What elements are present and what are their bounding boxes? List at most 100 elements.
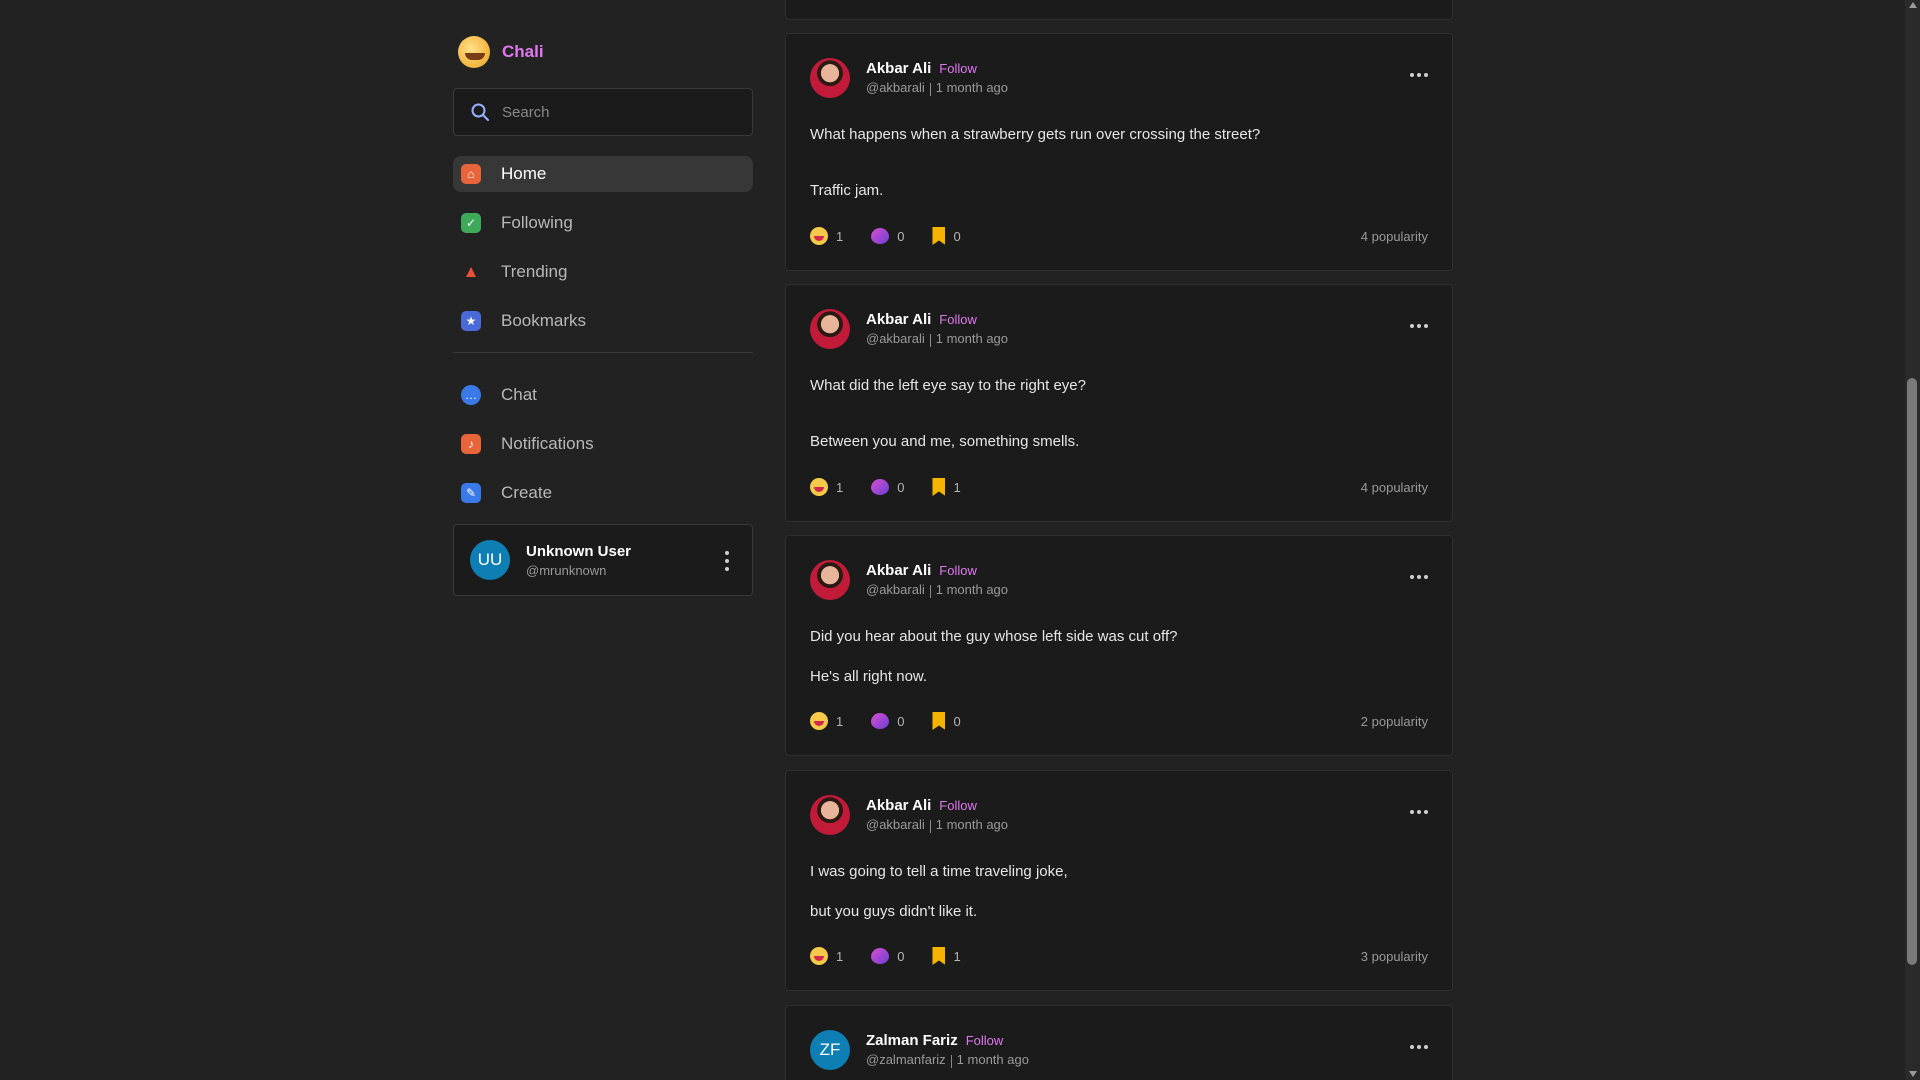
nav-item-create[interactable]: ✎ Create [453, 475, 753, 511]
laugh-icon [810, 478, 828, 496]
bookmark-button[interactable]: 1 [932, 947, 961, 965]
popularity-count: 4 popularity [1360, 480, 1428, 495]
scrollbar-thumb[interactable] [1907, 378, 1917, 965]
bookmark-icon [932, 478, 946, 496]
post-card: Akbar Ali Follow @akbarali 1 month ago Di… [785, 535, 1453, 756]
laugh-count: 1 [836, 948, 844, 964]
scroll-up-arrow-icon[interactable] [1909, 2, 1917, 8]
author-handle: @akbarali [866, 80, 925, 96]
comment-button[interactable]: 0 [871, 713, 904, 729]
post-meta: Zalman Fariz Follow @zalmanfariz 1 month … [866, 1032, 1029, 1068]
follow-button[interactable]: Follow [939, 563, 977, 578]
avatar[interactable] [810, 795, 850, 835]
nav-item-home[interactable]: ⌂ Home [453, 156, 753, 192]
laugh-count: 1 [836, 713, 844, 729]
post-text-line: but you guys didn't like it. [810, 903, 978, 920]
post-actions: 1 0 0 [810, 712, 989, 730]
bell-icon: ♪ [461, 434, 481, 454]
laugh-icon [810, 947, 828, 965]
comment-icon [871, 479, 890, 495]
nav-divider [453, 352, 753, 353]
search-input[interactable] [502, 103, 732, 121]
author-name[interactable]: Akbar Ali [866, 562, 931, 579]
current-user-card[interactable]: UU Unknown User @mrunknown [453, 524, 753, 596]
more-options-icon[interactable] [1410, 72, 1428, 78]
post-meta: Akbar Ali Follow @akbarali 1 month ago [866, 60, 1009, 96]
chat-icon: … [461, 385, 481, 405]
laugh-reaction-button[interactable]: 1 [810, 227, 843, 245]
post-time: 1 month ago [956, 1052, 1029, 1068]
post-text-line: What did the left eye say to the right e… [810, 377, 1086, 394]
post-actions: 1 0 1 [810, 947, 989, 965]
home-icon: ⌂ [461, 164, 481, 184]
post-text-line: I was going to tell a time traveling jok… [810, 863, 1068, 880]
bookmark-button[interactable]: 0 [932, 227, 961, 245]
nav-item-bookmarks[interactable]: ★ Bookmarks [453, 303, 753, 339]
post-actions: 1 0 1 [810, 478, 989, 496]
post-time: 1 month ago [935, 80, 1009, 96]
fire-icon: ▲ [462, 262, 480, 281]
comment-button[interactable]: 0 [871, 228, 904, 244]
avatar[interactable] [810, 309, 850, 349]
author-name[interactable]: Akbar Ali [866, 797, 931, 814]
post-text-line: He's all right now. [810, 668, 928, 685]
post-card: Akbar Ali Follow @akbarali 1 month ago I … [785, 770, 1453, 991]
brand-name: Chali [502, 42, 544, 61]
comment-count: 0 [897, 713, 905, 729]
author-handle: @akbarali [866, 331, 925, 347]
author-handle: @zalmanfariz [866, 1052, 946, 1068]
more-options-icon[interactable] [1410, 574, 1428, 580]
laugh-count: 1 [836, 479, 844, 495]
more-options-icon[interactable] [1410, 1044, 1428, 1050]
bookmark-button[interactable]: 1 [932, 478, 961, 496]
user-handle: @mrunknown [526, 562, 607, 578]
laugh-icon [810, 227, 828, 245]
post-card: ZF Zalman Fariz Follow @zalmanfariz 1 mon… [785, 1005, 1453, 1080]
laugh-reaction-button[interactable]: 1 [810, 478, 843, 496]
laugh-reaction-button[interactable]: 1 [810, 947, 843, 965]
nav-secondary: … Chat ♪ Notifications ✎ Create [453, 377, 753, 511]
post-text-line: Between you and me, something smells. [810, 433, 1080, 450]
post-text-line: Traffic jam. [810, 182, 884, 199]
avatar[interactable]: ZF [810, 1030, 850, 1070]
bookmark-icon [932, 947, 946, 965]
laugh-reaction-button[interactable]: 1 [810, 712, 843, 730]
bookmark-button[interactable]: 0 [932, 712, 961, 730]
brand[interactable]: Chali [453, 30, 753, 74]
post-actions: 1 0 0 [810, 227, 989, 245]
comment-count: 0 [897, 228, 905, 244]
post-header: Akbar Ali Follow @akbarali 1 month ago [810, 560, 1008, 600]
post-meta: Akbar Ali Follow @akbarali 1 month ago [866, 797, 1009, 833]
scroll-down-arrow-icon[interactable] [1909, 1071, 1917, 1077]
comment-count: 0 [897, 479, 905, 495]
author-name[interactable]: Zalman Fariz [866, 1032, 958, 1049]
nav-item-chat[interactable]: … Chat [453, 377, 753, 413]
sidebar: Chali ⌂ Home ✓ Following ▲ Trending ★ Bo… [453, 30, 753, 596]
popularity-count: 2 popularity [1360, 714, 1428, 729]
follow-button[interactable]: Follow [939, 61, 977, 76]
author-name[interactable]: Akbar Ali [866, 60, 931, 77]
nav-item-trending[interactable]: ▲ Trending [453, 254, 753, 290]
avatar[interactable] [810, 560, 850, 600]
comment-icon [871, 228, 890, 244]
comment-count: 0 [897, 948, 905, 964]
post-meta: Akbar Ali Follow @akbarali 1 month ago [866, 562, 1008, 598]
nav-item-label: Trending [501, 262, 568, 281]
nav-primary: ⌂ Home ✓ Following ▲ Trending ★ Bookmark… [453, 156, 753, 339]
avatar[interactable] [810, 58, 850, 98]
follow-button[interactable]: Follow [966, 1033, 1004, 1048]
nav-item-notifications[interactable]: ♪ Notifications [453, 426, 753, 462]
author-name[interactable]: Akbar Ali [866, 311, 931, 328]
nav-item-label: Home [501, 164, 547, 183]
comment-button[interactable]: 0 [871, 948, 904, 964]
nav-item-following[interactable]: ✓ Following [453, 205, 753, 241]
follow-button[interactable]: Follow [939, 798, 977, 813]
comment-button[interactable]: 0 [871, 479, 904, 495]
more-options-icon[interactable] [1410, 809, 1428, 815]
more-vertical-icon[interactable] [724, 551, 730, 571]
post-time: 1 month ago [935, 817, 1009, 833]
follow-button[interactable]: Follow [939, 312, 977, 327]
post-header: ZF Zalman Fariz Follow @zalmanfariz 1 mon… [810, 1030, 1029, 1070]
more-options-icon[interactable] [1410, 323, 1428, 329]
bookmark-star-icon: ★ [461, 311, 481, 331]
